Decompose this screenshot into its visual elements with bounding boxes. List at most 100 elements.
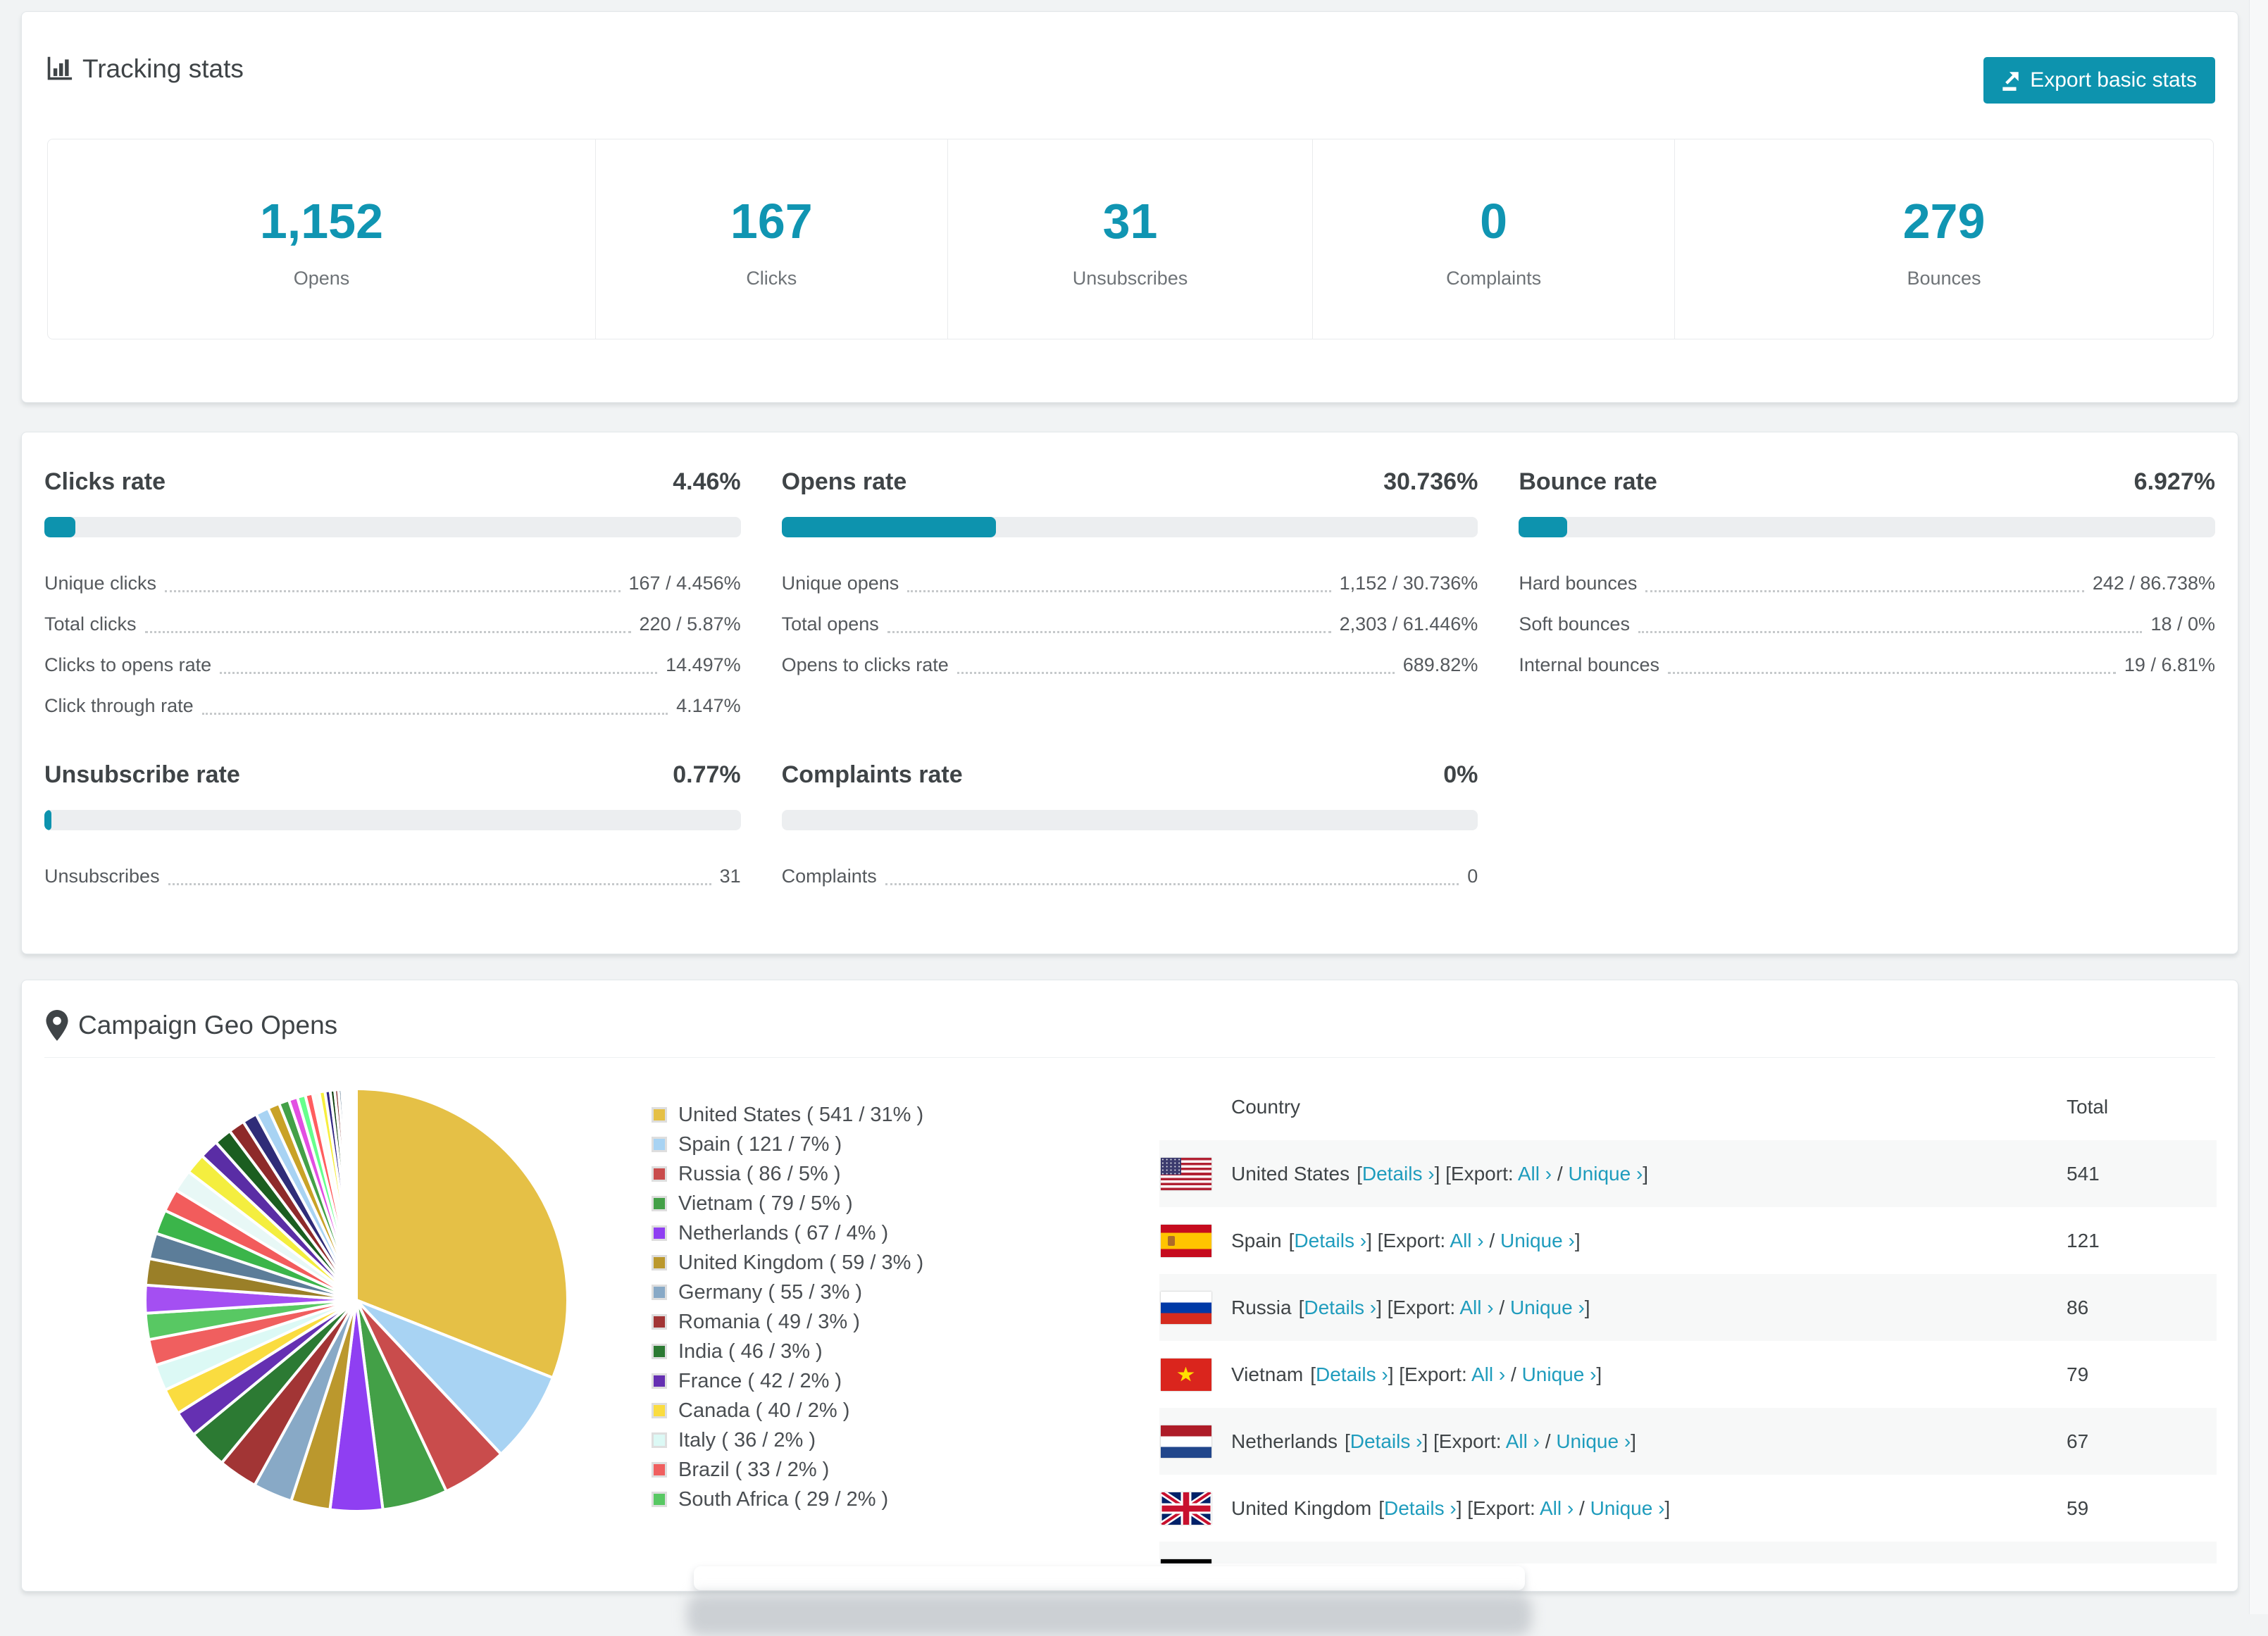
geo-title: Campaign Geo Opens xyxy=(78,1011,338,1039)
details-link[interactable]: Details › xyxy=(1362,1163,1435,1185)
country-name: Spain xyxy=(1231,1229,1282,1251)
metric-value: 19 / 6.81% xyxy=(2124,654,2215,675)
table-row: Netherlands [Details ›] [Export: All › /… xyxy=(1159,1408,2217,1475)
stat-value: 279 xyxy=(1902,194,1986,249)
legend-swatch xyxy=(652,1462,667,1478)
legend-label: Italy ( 36 / 2% ) xyxy=(678,1428,816,1451)
details-link[interactable]: Details › xyxy=(1316,1363,1388,1385)
table-header-total: Total xyxy=(2067,1095,2109,1118)
progress-fill xyxy=(781,517,996,537)
stat-box: 279 Bounces xyxy=(1675,139,2213,339)
table-row: United States [Details ›] [Export: All ›… xyxy=(1159,1140,2217,1207)
metric-label: Unsubscribes xyxy=(44,865,160,887)
legend-swatch xyxy=(652,1492,667,1507)
dotted-leader xyxy=(165,589,621,592)
table-header-country: Country xyxy=(1231,1095,1301,1118)
rate-block: Opens rate 30.736% Unique opens 1,152 / … xyxy=(781,465,1478,726)
tracking-stats-header: Tracking stats xyxy=(46,54,244,84)
legend-swatch xyxy=(652,1314,667,1330)
campaign-geo-opens-card: Campaign Geo Opens United States ( 541 /… xyxy=(21,980,2238,1592)
export-unique-link[interactable]: Unique › xyxy=(1500,1230,1575,1251)
rate-title: Unsubscribe rate xyxy=(44,761,240,788)
metric-row: Total clicks 220 / 5.87% xyxy=(44,604,741,644)
legend-item: Brazil ( 33 / 2% ) xyxy=(652,1455,923,1485)
legend-item: France ( 42 / 2% ) xyxy=(652,1366,923,1396)
legend-swatch xyxy=(652,1432,667,1448)
geo-header: Campaign Geo Opens xyxy=(46,1010,337,1041)
total-value: 86 xyxy=(2067,1296,2089,1318)
progress-bar xyxy=(1519,517,2215,537)
progress-fill xyxy=(1519,517,1567,537)
details-link[interactable]: Details › xyxy=(1304,1297,1376,1318)
progress-bar xyxy=(781,517,1478,537)
stat-value: 31 xyxy=(1102,194,1158,249)
metric-value: 689.82% xyxy=(1402,654,1478,675)
legend-swatch xyxy=(652,1285,667,1300)
legend-item: Russia ( 86 / 5% ) xyxy=(652,1159,923,1189)
total-value: 67 xyxy=(2067,1430,2089,1452)
dotted-leader xyxy=(907,589,1331,592)
legend-label: Russia ( 86 / 5% ) xyxy=(678,1162,841,1185)
legend-item: India ( 46 / 3% ) xyxy=(652,1337,923,1366)
export-unique-link[interactable]: Unique › xyxy=(1568,1163,1643,1185)
legend-item: Vietnam ( 79 / 5% ) xyxy=(652,1189,923,1218)
dotted-leader xyxy=(201,712,668,715)
metric-label: Unique opens xyxy=(781,572,899,594)
metric-label: Total opens xyxy=(781,613,879,635)
metric-row: Opens to clicks rate 689.82% xyxy=(782,644,1478,685)
progress-bar xyxy=(44,517,741,537)
total-value: 541 xyxy=(2067,1162,2100,1185)
rate-value: 6.927% xyxy=(2133,468,2215,495)
export-basic-stats-button[interactable]: Export basic stats xyxy=(1983,57,2215,104)
tracking-stats-card: Tracking stats Export basic stats 1,152 … xyxy=(21,11,2238,403)
legend-swatch xyxy=(652,1373,667,1389)
vn-flag-icon xyxy=(1161,1358,1211,1391)
legend-label: Germany ( 55 / 3% ) xyxy=(678,1280,863,1304)
stat-label: Complaints xyxy=(1446,268,1542,289)
country-name: Vietnam xyxy=(1231,1363,1304,1385)
legend-label: Spain ( 121 / 7% ) xyxy=(678,1132,842,1156)
progress-bar xyxy=(44,810,741,830)
legend-label: Romania ( 49 / 3% ) xyxy=(678,1310,860,1333)
legend-label: Netherlands ( 67 / 4% ) xyxy=(678,1221,889,1244)
export-all-link[interactable]: All › xyxy=(1459,1297,1493,1318)
metric-value: 242 / 86.738% xyxy=(2092,572,2215,594)
us-flag-icon xyxy=(1161,1157,1211,1190)
page-scrollbar[interactable] xyxy=(2249,0,2268,1614)
legend-label: Canada ( 40 / 2% ) xyxy=(678,1399,850,1422)
pie-legend: United States ( 541 / 31% ) Spain ( 121 … xyxy=(652,1100,923,1514)
metric-label: Complaints xyxy=(781,865,877,887)
stat-value: 1,152 xyxy=(259,194,384,249)
export-all-link[interactable]: All › xyxy=(1518,1163,1552,1185)
gb-flag-icon xyxy=(1161,1492,1211,1525)
export-unique-link[interactable]: Unique › xyxy=(1522,1363,1597,1385)
export-all-link[interactable]: All › xyxy=(1450,1230,1483,1251)
legend-swatch xyxy=(652,1225,667,1241)
table-row: Germany [Details ›] [Export: All › / Uni… xyxy=(1159,1542,2217,1563)
export-unique-link[interactable]: Unique › xyxy=(1590,1497,1665,1519)
metric-value: 31 xyxy=(719,865,741,887)
details-link[interactable]: Details › xyxy=(1350,1430,1423,1452)
rate-block: Clicks rate 4.46% Unique clicks 167 / 4.… xyxy=(44,465,741,726)
rate-title: Complaints rate xyxy=(781,761,963,788)
legend-item: Canada ( 40 / 2% ) xyxy=(652,1396,923,1425)
export-all-link[interactable]: All › xyxy=(1540,1497,1574,1519)
legend-label: India ( 46 / 3% ) xyxy=(678,1340,823,1363)
details-link[interactable]: Details › xyxy=(1384,1497,1457,1519)
metric-value: 18 / 0% xyxy=(2150,613,2215,635)
export-all-link[interactable]: All › xyxy=(1506,1430,1540,1452)
metric-label: Clicks to opens rate xyxy=(44,654,212,675)
rate-title: Opens rate xyxy=(781,468,907,495)
legend-item: Netherlands ( 67 / 4% ) xyxy=(652,1218,923,1248)
export-unique-link[interactable]: Unique › xyxy=(1510,1297,1585,1318)
legend-item: South Africa ( 29 / 2% ) xyxy=(652,1485,923,1514)
details-link[interactable]: Details › xyxy=(1294,1230,1366,1251)
stat-box: 31 Unsubscribes xyxy=(948,139,1314,339)
geo-table: Country Total United States [Details ›] … xyxy=(1159,1073,2217,1563)
metric-row: Soft bounces 18 / 0% xyxy=(1519,604,2215,644)
export-unique-link[interactable]: Unique › xyxy=(1556,1430,1631,1452)
metric-value: 167 / 4.456% xyxy=(628,572,741,594)
table-row: Vietnam [Details ›] [Export: All › / Uni… xyxy=(1159,1341,2217,1408)
rate-block: Complaints rate 0% Complaints 0 xyxy=(781,758,1478,897)
export-all-link[interactable]: All › xyxy=(1471,1363,1505,1385)
